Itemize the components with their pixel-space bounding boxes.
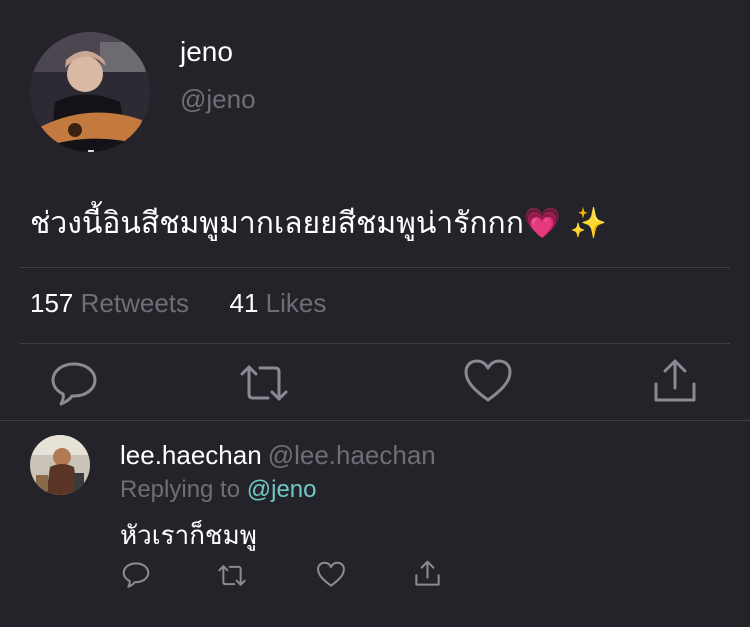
retweets-count: 157: [30, 288, 74, 318]
reply-author: lee.haechan @lee.haechan: [120, 440, 436, 471]
share-icon[interactable]: [414, 560, 441, 587]
retweets-label: Retweets: [80, 288, 190, 318]
divider: [20, 343, 730, 344]
reply-author-name[interactable]: lee.haechan: [120, 440, 262, 470]
heart-icon[interactable]: [316, 561, 346, 588]
reply-author-handle[interactable]: @lee.haechan: [268, 440, 436, 470]
author-name[interactable]: jeno: [180, 36, 233, 68]
reply-text: หัวเราก็ชมพู: [120, 520, 257, 550]
heart-icon[interactable]: [463, 358, 513, 404]
divider: [0, 420, 750, 421]
mention-link[interactable]: @jeno: [247, 476, 317, 503]
retweets-stat[interactable]: 157 Retweets: [30, 288, 196, 318]
share-icon[interactable]: [652, 358, 698, 404]
replying-label: Replying to: [120, 476, 241, 503]
comment-icon[interactable]: [50, 360, 98, 406]
replying-to: Replying to @jeno: [120, 476, 317, 504]
retweet-icon[interactable]: [238, 362, 290, 404]
retweet-icon[interactable]: [217, 563, 247, 588]
author-handle[interactable]: @jeno: [180, 84, 256, 115]
likes-stat[interactable]: 41 Likes: [229, 288, 326, 318]
tweet-stats: 157 Retweets 41 Likes: [30, 288, 326, 319]
reply-author-avatar[interactable]: [30, 435, 90, 495]
comment-icon[interactable]: [122, 561, 150, 588]
divider: [20, 267, 730, 268]
tweet-text: ช่วงนี้อินสีชมพูมากเลยยสีชมพูน่ารักกก💗 ✨: [30, 207, 607, 240]
likes-label: Likes: [265, 288, 327, 318]
author-avatar[interactable]: [30, 32, 150, 152]
likes-count: 41: [229, 288, 259, 318]
